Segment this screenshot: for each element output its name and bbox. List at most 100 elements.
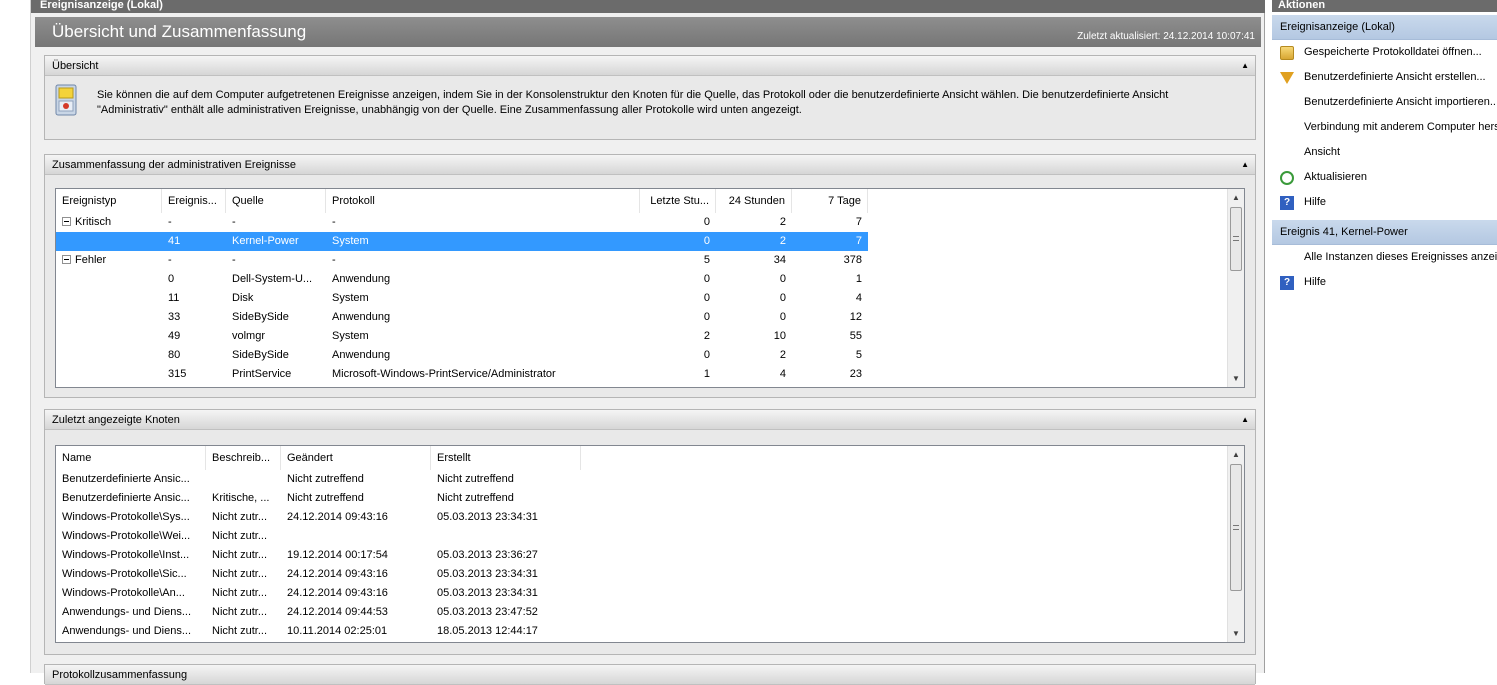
filter-icon [1280, 72, 1294, 84]
scroll-thumb[interactable] [1230, 464, 1242, 591]
table-cell: 1 [703, 368, 710, 380]
table-row[interactable]: 33 SideBySide Anwendung 0 0 12 [56, 308, 868, 327]
table-cell: - [168, 216, 172, 228]
table-cell: Windows-Protokolle\An... [62, 587, 185, 599]
recent-nodes-table[interactable]: Name Beschreib... Geändert Erstellt Benutze… [55, 445, 1245, 643]
table-cell: Windows-Protokolle\Sys... [62, 511, 190, 523]
overview-panel-header[interactable]: Übersicht ▲ [45, 56, 1255, 76]
action-item[interactable]: Alle Instanzen dieses Ereignisses anzeig… [1272, 245, 1497, 270]
table-cell [56, 308, 162, 327]
table-cell: 4 [779, 368, 786, 380]
column-header[interactable]: 7 Tage [792, 189, 868, 213]
table-row[interactable]: Anwendungs- und Diens... Nicht zutr... 24.… [56, 603, 581, 622]
table-row[interactable]: 49 volmgr System 2 10 55 [56, 327, 868, 346]
table-row[interactable]: Windows-Protokolle\Sys... Nicht zutr... 24… [56, 508, 581, 527]
table-row[interactable]: 0 Dell-System-U... Anwendung 0 0 1 [56, 270, 868, 289]
action-item[interactable]: Benutzerdefinierte Ansicht erstellen... [1272, 65, 1497, 90]
column-header[interactable]: Quelle [226, 189, 326, 213]
recent-table-body: Benutzerdefinierte Ansic... Nicht zutreff… [56, 470, 581, 641]
table-cell: - [332, 216, 336, 228]
column-header[interactable]: Erstellt [431, 446, 581, 470]
table-cell: 7 [855, 235, 862, 247]
collapse-tree-icon[interactable] [62, 255, 71, 264]
collapse-tree-icon[interactable] [62, 217, 71, 226]
action-label: Ansicht [1304, 146, 1341, 158]
table-row[interactable]: Windows-Protokolle\Wei... Nicht zutr... [56, 527, 581, 546]
column-header[interactable]: Ereignistyp [56, 189, 162, 213]
actions-list-event-41: Alle Instanzen dieses Ereignisses anzeig… [1272, 245, 1497, 295]
overview-panel-title: Übersicht [52, 60, 99, 72]
recent-table-scrollbar[interactable]: ▲ ▼ [1227, 446, 1244, 642]
recent-nodes-header[interactable]: Zuletzt angezeigte Knoten ▲ [45, 410, 1255, 430]
action-item[interactable]: Verbindung mit anderem Computer herstell… [1272, 115, 1497, 140]
action-label: Hilfe [1304, 276, 1327, 288]
scroll-thumb[interactable] [1230, 207, 1242, 271]
action-item[interactable]: ? Hilfe [1272, 190, 1497, 215]
scroll-up-icon[interactable]: ▲ [1228, 189, 1244, 206]
collapse-arrow-icon[interactable]: ▲ [1241, 410, 1249, 430]
table-row[interactable]: Kritisch - - - 0 2 7 [56, 213, 868, 232]
table-cell: 33 [168, 311, 181, 323]
collapse-arrow-icon[interactable]: ▲ [1241, 56, 1249, 76]
table-cell: Nicht zutr... [212, 511, 268, 523]
table-row[interactable]: Fehler - - - 5 34 378 [56, 251, 868, 270]
table-row[interactable]: 315 PrintService Microsoft-Windows-PrintSe… [56, 365, 868, 384]
action-item[interactable]: Gespeicherte Protokolldatei öffnen... [1272, 40, 1497, 65]
table-cell: Nicht zutr... [212, 568, 268, 580]
collapse-arrow-icon[interactable]: ▲ [1241, 155, 1249, 175]
actions-section-event-viewer[interactable]: Ereignisanzeige (Lokal) [1272, 15, 1497, 40]
table-row[interactable]: Windows-Protokolle\Inst... Nicht zutr... 1… [56, 546, 581, 565]
action-item[interactable]: Aktualisieren [1272, 165, 1497, 190]
table-cell: 378 [843, 254, 862, 266]
table-cell [431, 527, 581, 546]
column-header[interactable]: Protokoll [326, 189, 640, 213]
column-header[interactable]: Letzte Stu... [640, 189, 716, 213]
table-row[interactable]: Windows-Protokolle\Sic... Nicht zutr... 24… [56, 565, 581, 584]
table-cell: 49 [168, 330, 181, 342]
table-cell: - [168, 254, 172, 266]
column-header[interactable]: Ereignis... [162, 189, 226, 213]
table-cell: 2 [779, 235, 786, 247]
table-cell: Anwendungs- und Diens... [62, 625, 192, 637]
admin-table-scrollbar[interactable]: ▲ ▼ [1227, 189, 1244, 387]
action-label: Benutzerdefinierte Ansicht erstellen... [1304, 71, 1486, 83]
table-cell: 7 [855, 216, 862, 228]
table-row[interactable]: 80 SideBySide Anwendung 0 2 5 [56, 346, 868, 365]
column-header[interactable]: Beschreib... [206, 446, 281, 470]
table-cell: 4 [855, 292, 862, 304]
actions-pane: Aktionen Ereignisanzeige (Lokal) Gespeic… [1272, 0, 1497, 673]
table-cell: Nicht zutreffend [287, 492, 364, 504]
action-item[interactable]: Ansicht [1272, 140, 1497, 165]
table-row[interactable]: Anwendungs- und Diens... Nicht zutr... 10.… [56, 622, 581, 641]
table-cell: Nicht zutreffend [287, 473, 364, 485]
table-cell [206, 470, 281, 489]
admin-events-table[interactable]: Ereignistyp Ereignis... Quelle Protokoll Let… [55, 188, 1245, 388]
table-cell: Windows-Protokolle\Wei... [62, 530, 191, 542]
column-header[interactable]: Geändert [281, 446, 431, 470]
scroll-down-icon[interactable]: ▼ [1228, 625, 1244, 642]
actions-section-event-41[interactable]: Ereignis 41, Kernel-Power [1272, 220, 1497, 245]
column-header[interactable]: 24 Stunden [716, 189, 792, 213]
table-cell: Nicht zutr... [212, 549, 268, 561]
scroll-down-icon[interactable]: ▼ [1228, 370, 1244, 387]
table-row[interactable]: Benutzerdefinierte Ansic... Nicht zutreff… [56, 470, 581, 489]
action-item[interactable]: ? Hilfe [1272, 270, 1497, 295]
table-cell: 05.03.2013 23:34:31 [437, 511, 538, 523]
log-summary-header[interactable]: Protokollzusammenfassung [45, 665, 1255, 685]
table-cell: Benutzerdefinierte Ansic... [62, 492, 190, 504]
table-cell: 24.12.2014 09:43:16 [287, 587, 388, 599]
table-cell: Disk [232, 292, 254, 304]
table-cell: 05.03.2013 23:36:27 [437, 549, 538, 561]
scroll-up-icon[interactable]: ▲ [1228, 446, 1244, 463]
page-title: Übersicht und Zusammenfassung [52, 22, 307, 41]
log-summary-panel: Protokollzusammenfassung [44, 664, 1256, 685]
table-row[interactable]: 41 Kernel-Power System 0 2 7 [56, 232, 868, 251]
column-header[interactable]: Name [56, 446, 206, 470]
admin-summary-header[interactable]: Zusammenfassung der administrativen Erei… [45, 155, 1255, 175]
table-row[interactable]: 11 Disk System 0 0 4 [56, 289, 868, 308]
table-row[interactable]: Windows-Protokolle\An... Nicht zutr... 24.… [56, 584, 581, 603]
table-cell: PrintService [232, 368, 292, 380]
action-item[interactable]: Benutzerdefinierte Ansicht importieren..… [1272, 90, 1497, 115]
table-cell: System [332, 330, 369, 342]
table-row[interactable]: Benutzerdefinierte Ansic... Kritische, ..… [56, 489, 581, 508]
